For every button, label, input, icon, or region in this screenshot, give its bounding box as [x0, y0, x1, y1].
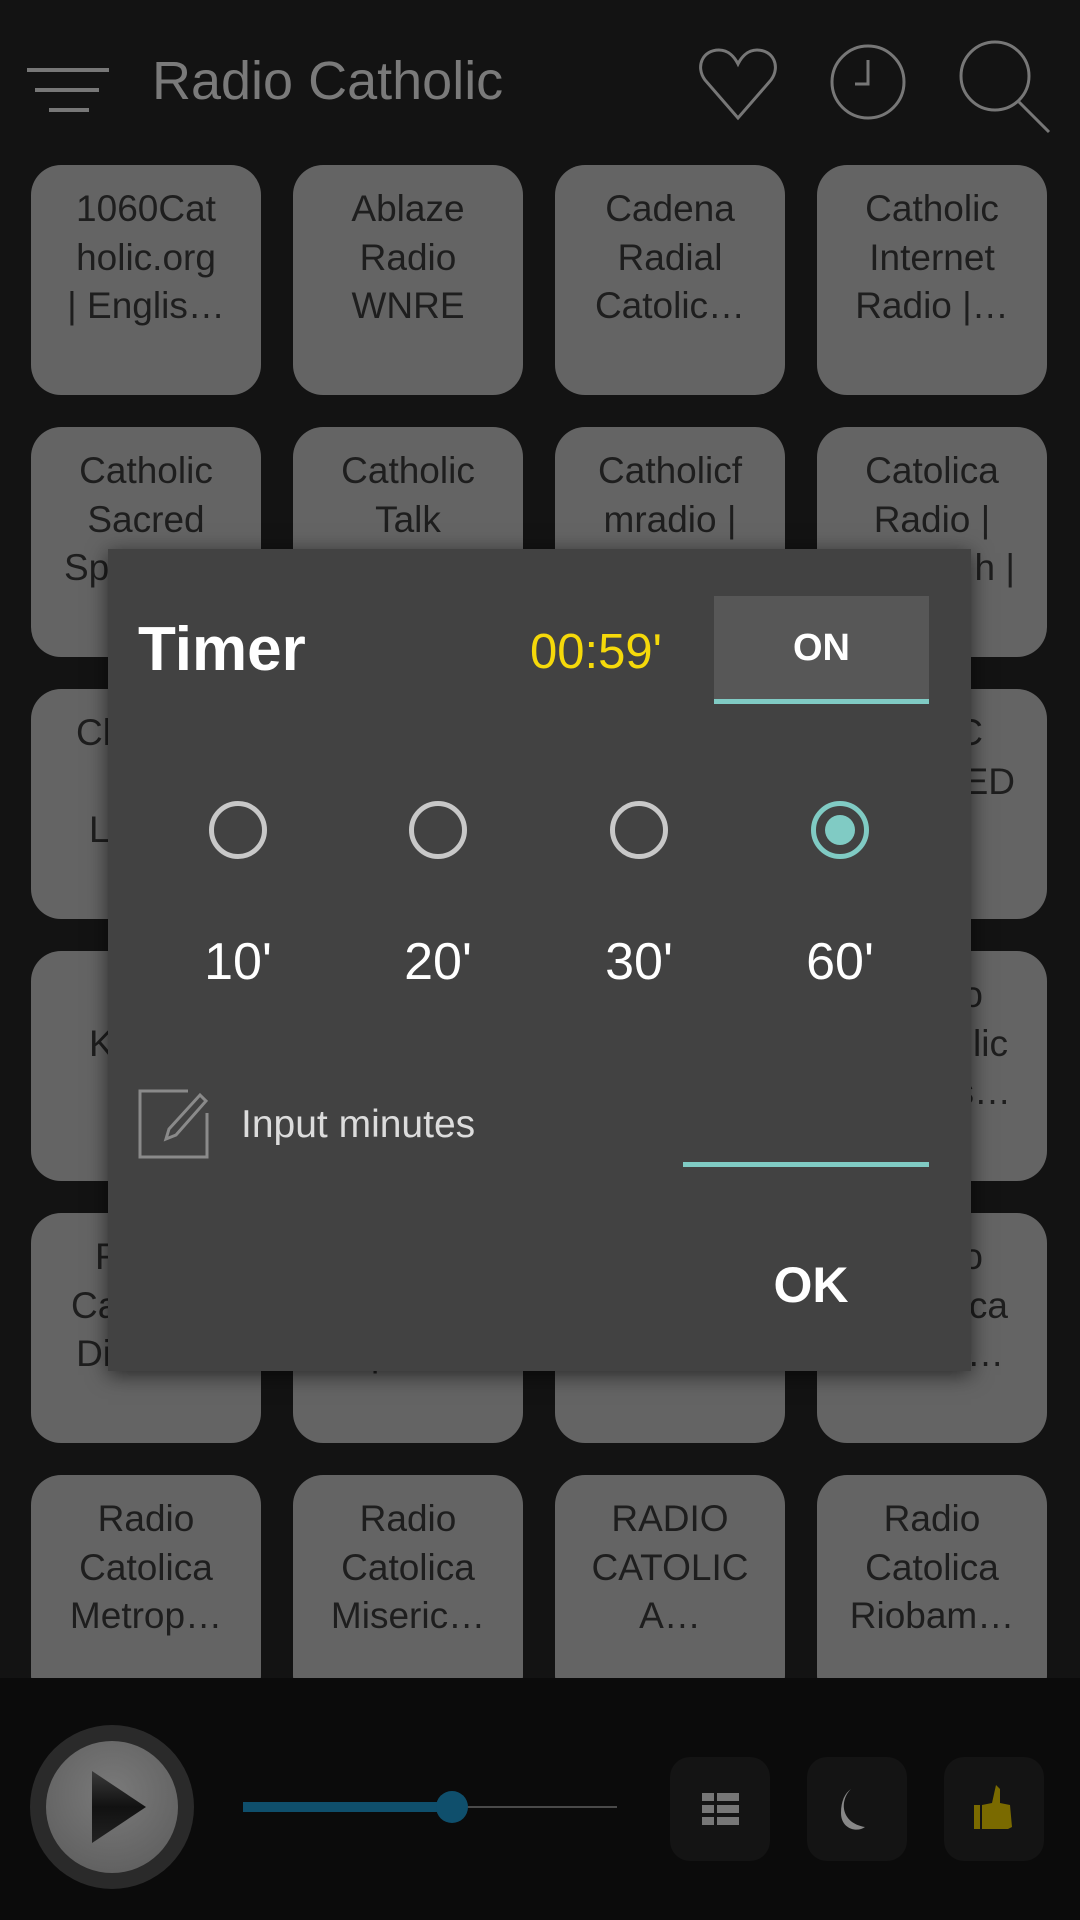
remaining-time: 00:59' [530, 625, 662, 679]
ok-button[interactable]: OK [748, 1249, 874, 1321]
option-label[interactable]: 10' [168, 932, 308, 992]
radio-60-min[interactable] [811, 801, 869, 859]
app-root: Radio Catholic 1060Cat holic.org | Englis…… [0, 0, 1080, 1920]
edit-checkbox-icon[interactable] [138, 1089, 209, 1159]
radio-30-min[interactable] [610, 801, 668, 859]
input-minutes-label: Input minutes [241, 1103, 476, 1146]
option-label[interactable]: 20' [368, 932, 508, 992]
minutes-input[interactable] [683, 1109, 929, 1167]
radio-10-min[interactable] [209, 801, 267, 859]
timer-dialog: Timer 00:59' ON 10' 20' 30' 60' Input mi… [108, 549, 971, 1371]
option-label[interactable]: 30' [569, 932, 709, 992]
radio-20-min[interactable] [409, 801, 467, 859]
dialog-title: Timer [138, 615, 306, 684]
option-label[interactable]: 60' [770, 932, 910, 992]
timer-toggle-button[interactable]: ON [714, 596, 929, 704]
